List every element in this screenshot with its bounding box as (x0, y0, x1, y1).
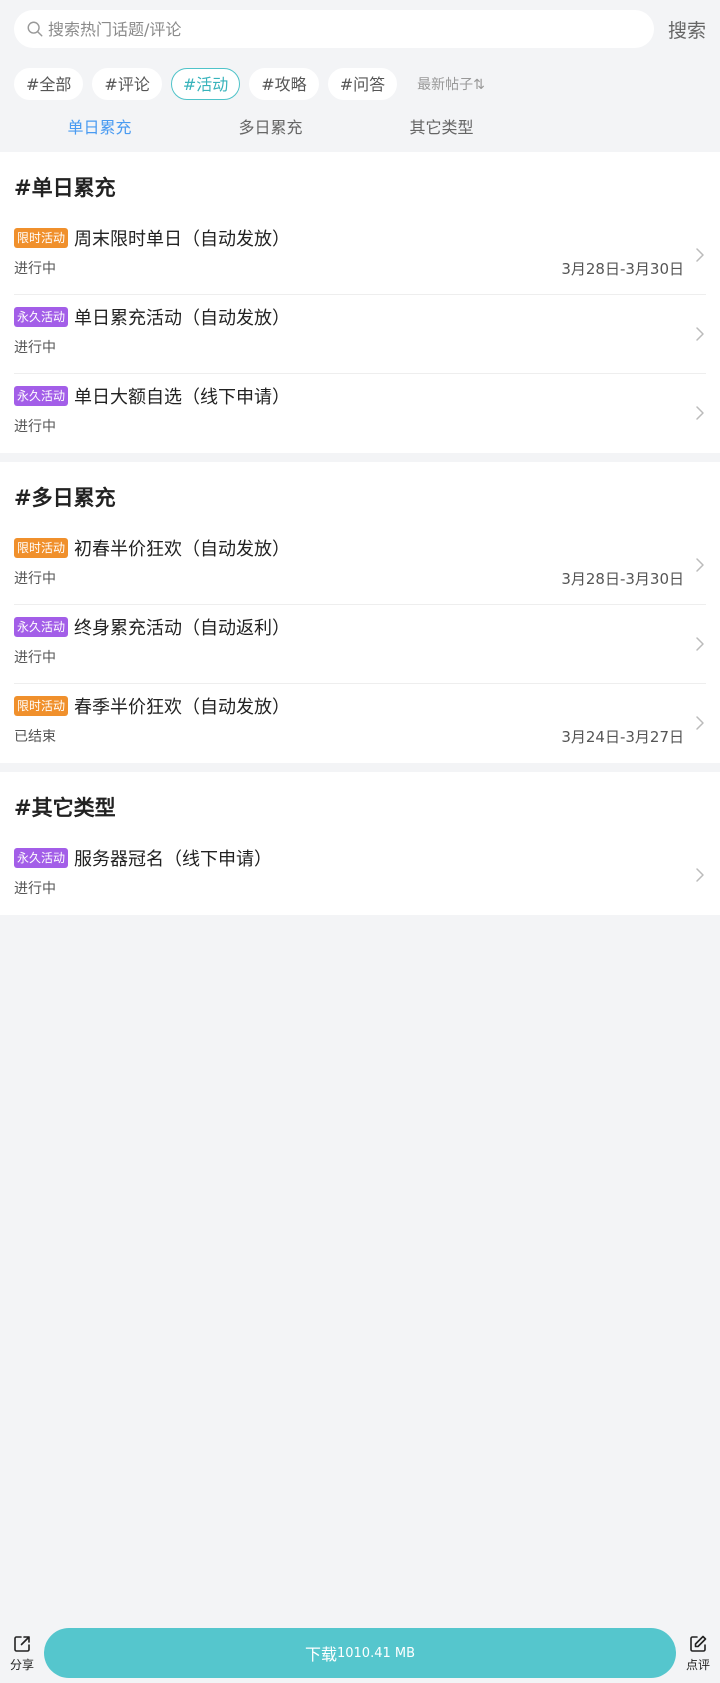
chip-qa[interactable]: #问答 (327, 68, 398, 100)
download-label: 下载 (304, 1645, 337, 1664)
chevron-right-icon (696, 637, 704, 651)
event-title: 单日大额自选（线下申请） (74, 387, 291, 408)
event-status: 已结束 (14, 729, 56, 745)
event-item[interactable]: 永久活动 单日累充活动（自动发放） 进行中 (14, 295, 706, 374)
section-title: #其它类型 (14, 796, 116, 820)
event-title: 单日累充活动（自动发放） (74, 308, 291, 329)
event-tag: 限时活动 (14, 228, 69, 248)
event-item[interactable]: 限时活动 周末限时单日（自动发放） 进行中 3月28日-3月30日 (14, 216, 706, 295)
event-tag: 永久活动 (14, 386, 69, 406)
event-item-header: 永久活动 服务器冠名（线下申请） (14, 846, 706, 870)
event-item-footer: 进行中 (14, 878, 706, 898)
event-item-footer: 进行中 3月28日-3月30日 (14, 258, 706, 279)
search-row: 搜索 (14, 10, 706, 48)
event-item[interactable]: 限时活动 初春半价狂欢（自动发放） 进行中 3月28日-3月30日 (14, 526, 706, 605)
event-item[interactable]: 永久活动 终身累充活动（自动返利） 进行中 (14, 605, 706, 684)
event-status: 进行中 (14, 340, 56, 356)
chevron-right-icon (696, 558, 704, 572)
filter-chips: #全部 #评论 #活动 #攻略 #问答 最新帖子⇅ (14, 68, 706, 100)
event-section: #多日累充 限时活动 初春半价狂欢（自动发放） 进行中 3月28日-3月30日 … (0, 462, 720, 763)
section-title: #单日累充 (14, 176, 116, 200)
event-section: #单日累充 限时活动 周末限时单日（自动发放） 进行中 3月28日-3月30日 … (0, 152, 720, 453)
chip-events[interactable]: #活动 (170, 68, 241, 100)
event-item-footer: 进行中 (14, 416, 706, 436)
tab-single-day[interactable]: 单日累充 (14, 114, 185, 138)
event-item-header: 永久活动 终身累充活动（自动返利） (14, 615, 706, 639)
chevron-right-icon (696, 248, 704, 262)
chevron-right-icon (696, 406, 704, 420)
download-button[interactable]: 下载 1010.41 MB (44, 1628, 676, 1678)
event-title: 终身累充活动（自动返利） (74, 618, 291, 639)
search-icon (27, 21, 43, 37)
event-item-footer: 进行中 (14, 337, 706, 357)
search-input[interactable] (48, 19, 642, 39)
search-box[interactable] (14, 10, 654, 48)
event-title: 服务器冠名（线下申请） (74, 849, 273, 870)
section-title: #多日累充 (14, 486, 116, 510)
review-label: 点评 (685, 1657, 710, 1672)
event-status: 进行中 (14, 881, 56, 897)
sort-icon: ⇅ (473, 77, 485, 93)
bottom-bar: 分享 下载 1010.41 MB 点评 (0, 1623, 720, 1683)
event-title: 春季半价狂欢（自动发放） (74, 697, 291, 718)
download-size: 1010.41 MB (336, 1645, 416, 1661)
review-button[interactable]: 点评 (676, 1634, 720, 1673)
event-item-footer: 已结束 3月24日-3月27日 (14, 726, 706, 747)
event-item-header: 限时活动 初春半价狂欢（自动发放） (14, 536, 706, 560)
event-item[interactable]: 永久活动 服务器冠名（线下申请） 进行中 (14, 836, 706, 915)
sort-label: 最新帖子 (417, 77, 474, 93)
tab-multi-day[interactable]: 多日累充 (185, 114, 356, 138)
event-item[interactable]: 永久活动 单日大额自选（线下申请） 进行中 (14, 374, 706, 453)
search-button[interactable]: 搜索 (658, 16, 706, 43)
chip-guides[interactable]: #攻略 (249, 68, 319, 100)
share-button[interactable]: 分享 (0, 1634, 44, 1673)
tab-other[interactable]: 其它类型 (356, 114, 527, 138)
event-date: 3月28日-3月30日 (561, 570, 684, 588)
event-status: 进行中 (14, 419, 56, 435)
chevron-right-icon (696, 716, 704, 730)
event-item-header: 永久活动 单日大额自选（线下申请） (14, 384, 706, 408)
event-item-footer: 进行中 3月28日-3月30日 (14, 568, 706, 589)
edit-icon (690, 1635, 707, 1652)
event-sections: #单日累充 限时活动 周末限时单日（自动发放） 进行中 3月28日-3月30日 … (0, 152, 720, 915)
sort-button[interactable]: 最新帖子⇅ (417, 74, 485, 94)
chevron-right-icon (696, 868, 704, 882)
event-title: 初春半价狂欢（自动发放） (74, 539, 291, 560)
event-date: 3月28日-3月30日 (561, 260, 684, 278)
event-tag: 限时活动 (14, 696, 69, 716)
event-item-header: 限时活动 春季半价狂欢（自动发放） (14, 694, 706, 718)
chip-all[interactable]: #全部 (14, 68, 84, 100)
share-label: 分享 (9, 1657, 34, 1672)
event-item-footer: 进行中 (14, 647, 706, 667)
event-title: 周末限时单日（自动发放） (74, 229, 291, 250)
event-item-header: 限时活动 周末限时单日（自动发放） (14, 226, 706, 250)
event-section: #其它类型 永久活动 服务器冠名（线下申请） 进行中 (0, 772, 720, 915)
event-status: 进行中 (14, 261, 56, 277)
share-icon (14, 1635, 30, 1652)
event-tag: 限时活动 (14, 538, 69, 558)
header: 搜索 #全部 #评论 #活动 #攻略 #问答 最新帖子⇅ 单日累充 多日累充 其… (0, 0, 720, 152)
event-date: 3月24日-3月27日 (561, 728, 684, 746)
event-status: 进行中 (14, 650, 56, 666)
event-tag: 永久活动 (14, 307, 69, 327)
event-item-header: 永久活动 单日累充活动（自动发放） (14, 305, 706, 329)
event-status: 进行中 (14, 571, 56, 587)
chip-comments[interactable]: #评论 (92, 68, 162, 100)
event-tag: 永久活动 (14, 617, 69, 637)
category-tabs: 单日累充 多日累充 其它类型 (14, 100, 706, 152)
chevron-right-icon (696, 327, 704, 341)
event-tag: 永久活动 (14, 848, 69, 868)
event-item[interactable]: 限时活动 春季半价狂欢（自动发放） 已结束 3月24日-3月27日 (14, 684, 706, 763)
